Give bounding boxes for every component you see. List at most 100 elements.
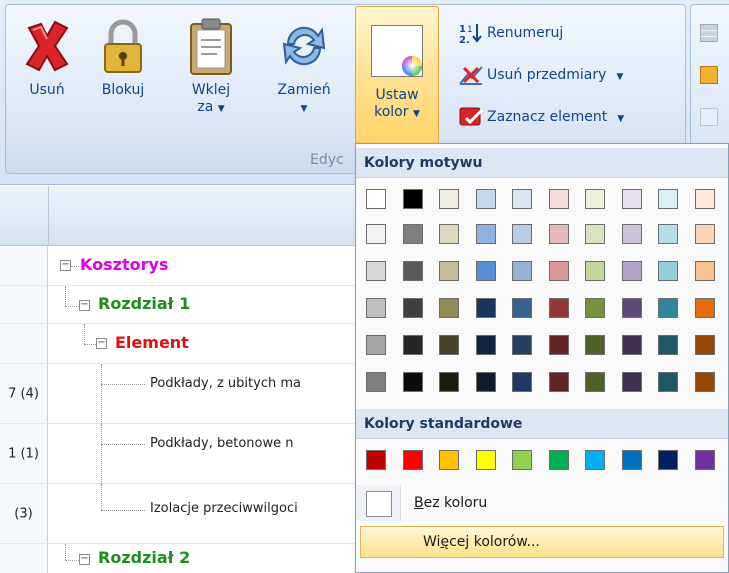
theme-color-swatch[interactable] bbox=[475, 261, 496, 281]
lock-button[interactable]: Blokuj bbox=[88, 10, 158, 138]
theme-color-swatch[interactable] bbox=[402, 261, 423, 281]
theme-color-swatch[interactable] bbox=[621, 261, 642, 281]
select-element-button[interactable]: Zaznacz element ▼ bbox=[458, 104, 624, 130]
theme-color-swatch[interactable] bbox=[439, 298, 459, 318]
theme-color-swatch[interactable] bbox=[585, 189, 605, 209]
standard-color-swatch[interactable] bbox=[475, 450, 496, 470]
standard-color-swatch[interactable] bbox=[512, 450, 532, 470]
theme-color-swatch[interactable] bbox=[585, 372, 605, 392]
theme-color-swatch[interactable] bbox=[694, 224, 715, 244]
grid-dim-icon[interactable] bbox=[700, 108, 718, 126]
theme-color-swatch[interactable] bbox=[548, 372, 569, 392]
collapse-icon[interactable]: − bbox=[96, 338, 107, 349]
renumber-button[interactable]: 1 2. 1 Renumeruj bbox=[458, 20, 563, 46]
delete-measurements-button[interactable]: Usuń przedmiary ▼ bbox=[458, 62, 623, 88]
theme-color-swatch[interactable] bbox=[658, 372, 678, 392]
theme-color-swatch[interactable] bbox=[512, 224, 532, 244]
theme-color-swatch[interactable] bbox=[439, 261, 459, 281]
collapse-icon[interactable]: − bbox=[79, 554, 90, 565]
theme-color-swatch[interactable] bbox=[585, 335, 605, 355]
standard-colors-heading: Kolory standardowe bbox=[356, 409, 728, 439]
theme-color-swatch[interactable] bbox=[512, 372, 532, 392]
collapse-icon[interactable]: − bbox=[60, 260, 71, 271]
select-element-label: Zaznacz element bbox=[487, 109, 608, 125]
theme-color-swatch[interactable] bbox=[439, 224, 459, 244]
theme-color-swatch[interactable] bbox=[658, 261, 678, 281]
standard-color-swatch[interactable] bbox=[439, 450, 459, 470]
theme-color-swatch[interactable] bbox=[512, 261, 532, 281]
standard-color-swatch[interactable] bbox=[548, 450, 569, 470]
set-color-button[interactable]: Ustaw kolor ▼ bbox=[355, 6, 439, 144]
more-colors-option[interactable]: Więcej kolorów... bbox=[360, 526, 724, 558]
theme-color-swatch[interactable] bbox=[512, 335, 532, 355]
item-description: Izolacje przeciwwilgoci bbox=[150, 501, 298, 516]
theme-color-swatch[interactable] bbox=[585, 224, 605, 244]
row-number-cell bbox=[0, 286, 48, 323]
theme-color-swatch[interactable] bbox=[366, 298, 386, 318]
standard-color-swatch[interactable] bbox=[621, 450, 642, 470]
theme-color-swatch[interactable] bbox=[658, 335, 678, 355]
item-description: Podkłady, z ubitych ma bbox=[150, 376, 301, 391]
theme-color-swatch[interactable] bbox=[475, 298, 496, 318]
theme-color-swatch[interactable] bbox=[366, 261, 386, 281]
delete-button[interactable]: Usuń bbox=[12, 10, 82, 138]
theme-color-swatch[interactable] bbox=[621, 189, 642, 209]
theme-color-swatch[interactable] bbox=[658, 189, 678, 209]
row-number-header[interactable] bbox=[0, 186, 49, 246]
theme-color-swatch[interactable] bbox=[512, 189, 532, 209]
theme-color-swatch[interactable] bbox=[621, 298, 642, 318]
theme-color-swatch[interactable] bbox=[475, 224, 496, 244]
theme-color-swatch[interactable] bbox=[548, 335, 569, 355]
theme-color-swatch[interactable] bbox=[512, 298, 532, 318]
no-color-option[interactable]: Bez koloru bbox=[356, 485, 728, 521]
theme-color-swatch[interactable] bbox=[658, 298, 678, 318]
theme-color-swatch[interactable] bbox=[621, 224, 642, 244]
standard-color-swatch[interactable] bbox=[658, 450, 678, 470]
theme-color-swatch[interactable] bbox=[694, 335, 715, 355]
theme-color-swatch[interactable] bbox=[694, 298, 715, 318]
collapse-icon[interactable]: − bbox=[79, 300, 90, 311]
theme-color-swatch[interactable] bbox=[585, 298, 605, 318]
replace-label: Zamień bbox=[277, 82, 331, 98]
no-color-label: Bez koloru bbox=[414, 495, 488, 511]
standard-color-swatch[interactable] bbox=[402, 450, 423, 470]
theme-color-swatch[interactable] bbox=[475, 335, 496, 355]
theme-color-swatch[interactable] bbox=[439, 372, 459, 392]
theme-color-swatch[interactable] bbox=[694, 372, 715, 392]
standard-color-swatch[interactable] bbox=[694, 450, 715, 470]
theme-color-swatch[interactable] bbox=[585, 261, 605, 281]
theme-color-swatch[interactable] bbox=[439, 335, 459, 355]
standard-color-swatch[interactable] bbox=[366, 450, 386, 470]
tree-node-label: Rozdział 2 bbox=[98, 548, 191, 567]
theme-color-swatch[interactable] bbox=[366, 224, 386, 244]
theme-color-swatch[interactable] bbox=[548, 224, 569, 244]
theme-color-swatch[interactable] bbox=[475, 189, 496, 209]
table-icon[interactable] bbox=[700, 24, 718, 42]
svg-text:1: 1 bbox=[467, 25, 473, 35]
svg-text:2.: 2. bbox=[459, 35, 470, 44]
delete-measurements-label: Usuń przedmiary bbox=[487, 67, 607, 83]
standard-color-swatch[interactable] bbox=[585, 450, 605, 470]
theme-color-swatch[interactable] bbox=[694, 261, 715, 281]
theme-color-swatch[interactable] bbox=[548, 261, 569, 281]
grid-icon[interactable] bbox=[700, 66, 718, 84]
theme-color-swatch[interactable] bbox=[439, 189, 459, 209]
theme-color-swatch[interactable] bbox=[658, 224, 678, 244]
theme-color-swatch[interactable] bbox=[402, 372, 423, 392]
theme-color-swatch[interactable] bbox=[548, 189, 569, 209]
theme-color-swatch[interactable] bbox=[402, 224, 423, 244]
theme-color-swatch[interactable] bbox=[366, 189, 386, 209]
theme-color-swatch[interactable] bbox=[402, 335, 423, 355]
replace-button[interactable]: Zamień ▼ bbox=[264, 10, 344, 138]
theme-color-swatch[interactable] bbox=[548, 298, 569, 318]
theme-color-swatch[interactable] bbox=[621, 335, 642, 355]
theme-color-swatch[interactable] bbox=[694, 189, 715, 209]
paste-after-button[interactable]: Wklej za ▼ bbox=[176, 10, 246, 138]
theme-color-swatch[interactable] bbox=[402, 298, 423, 318]
theme-color-swatch[interactable] bbox=[366, 372, 386, 392]
dropdown-arrow-icon: ▼ bbox=[616, 72, 624, 82]
theme-color-swatch[interactable] bbox=[402, 189, 423, 209]
theme-color-swatch[interactable] bbox=[366, 335, 386, 355]
theme-color-swatch[interactable] bbox=[621, 372, 642, 392]
theme-color-swatch[interactable] bbox=[475, 372, 496, 392]
